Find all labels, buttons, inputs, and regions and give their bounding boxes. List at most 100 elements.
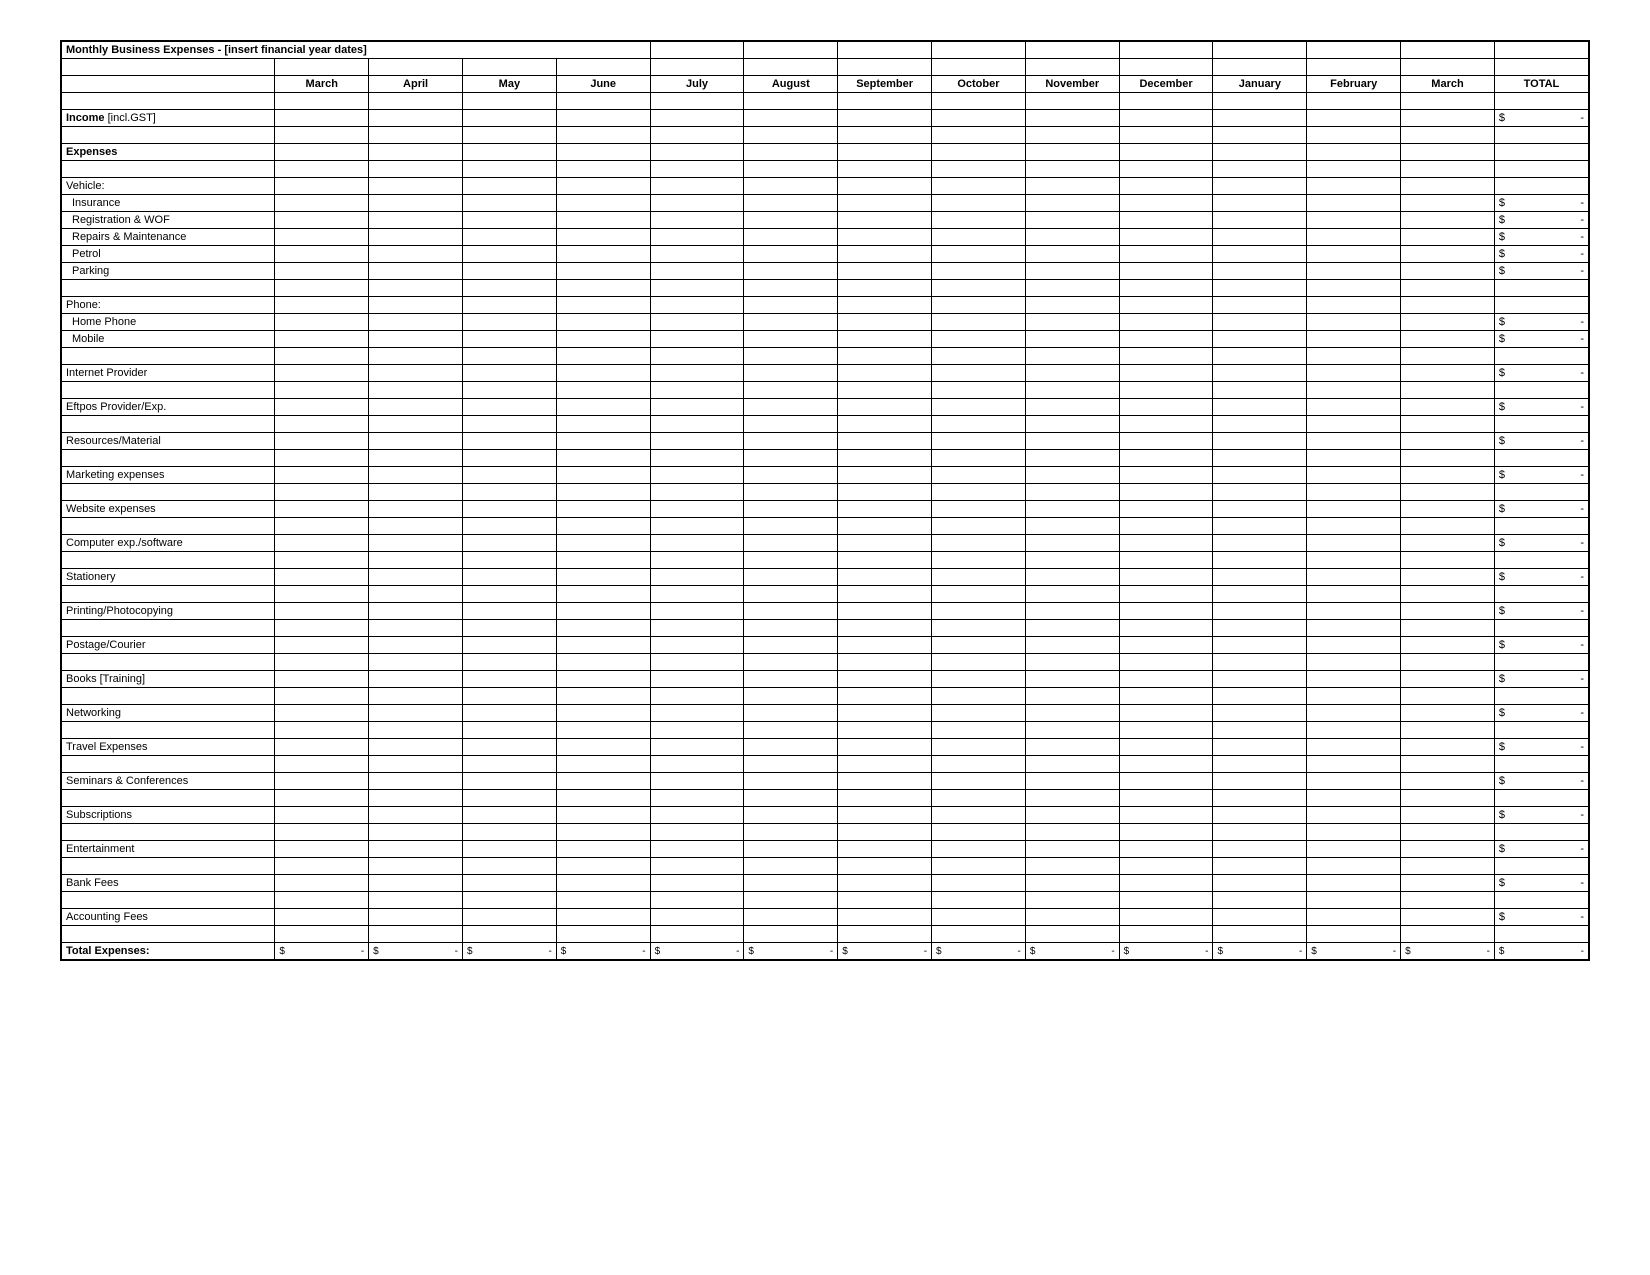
data-cell[interactable]	[838, 773, 932, 790]
data-cell[interactable]	[462, 501, 556, 518]
data-cell[interactable]	[744, 195, 838, 212]
data-cell[interactable]	[650, 603, 744, 620]
data-cell[interactable]	[838, 671, 932, 688]
data-cell[interactable]	[744, 875, 838, 892]
data-cell[interactable]	[556, 603, 650, 620]
data-cell[interactable]	[1119, 807, 1213, 824]
data-cell[interactable]	[1213, 773, 1307, 790]
data-cell[interactable]	[1025, 705, 1119, 722]
data-cell[interactable]	[1401, 246, 1495, 263]
data-cell[interactable]	[369, 314, 463, 331]
data-cell[interactable]	[462, 263, 556, 280]
data-cell[interactable]	[838, 909, 932, 926]
data-cell[interactable]	[369, 705, 463, 722]
data-cell[interactable]	[369, 535, 463, 552]
data-cell[interactable]	[932, 535, 1026, 552]
data-cell[interactable]	[462, 841, 556, 858]
data-cell[interactable]	[1025, 773, 1119, 790]
data-cell[interactable]	[1401, 841, 1495, 858]
data-cell[interactable]	[1025, 195, 1119, 212]
data-cell[interactable]	[556, 637, 650, 654]
data-cell[interactable]	[1401, 671, 1495, 688]
data-cell[interactable]	[1213, 433, 1307, 450]
data-cell[interactable]	[744, 365, 838, 382]
data-cell[interactable]	[462, 399, 556, 416]
data-cell[interactable]	[556, 705, 650, 722]
data-cell[interactable]	[932, 671, 1026, 688]
data-cell[interactable]	[1213, 637, 1307, 654]
data-cell[interactable]	[1119, 246, 1213, 263]
data-cell[interactable]	[1213, 195, 1307, 212]
data-cell[interactable]	[1307, 603, 1401, 620]
data-cell[interactable]	[1401, 314, 1495, 331]
data-cell[interactable]	[1213, 807, 1307, 824]
data-cell[interactable]	[462, 535, 556, 552]
data-cell[interactable]	[650, 195, 744, 212]
data-cell[interactable]	[1307, 705, 1401, 722]
data-cell[interactable]	[650, 637, 744, 654]
data-cell[interactable]	[462, 773, 556, 790]
data-cell[interactable]	[650, 501, 744, 518]
data-cell[interactable]	[556, 501, 650, 518]
data-cell[interactable]	[744, 314, 838, 331]
data-cell[interactable]	[1307, 875, 1401, 892]
data-cell[interactable]	[744, 399, 838, 416]
data-cell[interactable]	[1213, 263, 1307, 280]
data-cell[interactable]	[1119, 501, 1213, 518]
data-cell[interactable]	[369, 909, 463, 926]
data-cell[interactable]	[1307, 331, 1401, 348]
data-cell[interactable]	[462, 195, 556, 212]
data-cell[interactable]	[650, 331, 744, 348]
data-cell[interactable]	[275, 365, 369, 382]
data-cell[interactable]	[1307, 501, 1401, 518]
data-cell[interactable]	[275, 739, 369, 756]
data-cell[interactable]	[1119, 263, 1213, 280]
data-cell[interactable]	[1401, 705, 1495, 722]
data-cell[interactable]	[838, 467, 932, 484]
data-cell[interactable]	[744, 569, 838, 586]
data-cell[interactable]	[556, 535, 650, 552]
data-cell[interactable]	[1307, 841, 1401, 858]
data-cell[interactable]	[1401, 467, 1495, 484]
data-cell[interactable]	[1025, 212, 1119, 229]
data-cell[interactable]	[838, 705, 932, 722]
data-cell[interactable]	[744, 501, 838, 518]
data-cell[interactable]	[1119, 705, 1213, 722]
data-cell[interactable]	[462, 739, 556, 756]
data-cell[interactable]	[275, 467, 369, 484]
data-cell[interactable]	[1401, 399, 1495, 416]
data-cell[interactable]	[1401, 110, 1495, 127]
data-cell[interactable]	[650, 773, 744, 790]
data-cell[interactable]	[1213, 841, 1307, 858]
data-cell[interactable]	[369, 807, 463, 824]
data-cell[interactable]	[744, 535, 838, 552]
data-cell[interactable]	[650, 433, 744, 450]
data-cell[interactable]	[932, 569, 1026, 586]
data-cell[interactable]	[1119, 875, 1213, 892]
data-cell[interactable]	[932, 773, 1026, 790]
data-cell[interactable]	[744, 263, 838, 280]
data-cell[interactable]	[1401, 365, 1495, 382]
data-cell[interactable]	[1213, 229, 1307, 246]
data-cell[interactable]	[275, 705, 369, 722]
data-cell[interactable]	[838, 637, 932, 654]
data-cell[interactable]	[838, 535, 932, 552]
data-cell[interactable]	[1025, 331, 1119, 348]
data-cell[interactable]	[1213, 467, 1307, 484]
data-cell[interactable]	[1401, 807, 1495, 824]
data-cell[interactable]	[556, 909, 650, 926]
data-cell[interactable]	[1213, 110, 1307, 127]
data-cell[interactable]	[1401, 501, 1495, 518]
data-cell[interactable]	[556, 773, 650, 790]
data-cell[interactable]	[1307, 773, 1401, 790]
data-cell[interactable]	[1213, 909, 1307, 926]
data-cell[interactable]	[1401, 195, 1495, 212]
data-cell[interactable]	[838, 246, 932, 263]
data-cell[interactable]	[1213, 246, 1307, 263]
data-cell[interactable]	[1307, 637, 1401, 654]
data-cell[interactable]	[1401, 263, 1495, 280]
data-cell[interactable]	[838, 314, 932, 331]
data-cell[interactable]	[838, 212, 932, 229]
data-cell[interactable]	[744, 433, 838, 450]
data-cell[interactable]	[556, 365, 650, 382]
